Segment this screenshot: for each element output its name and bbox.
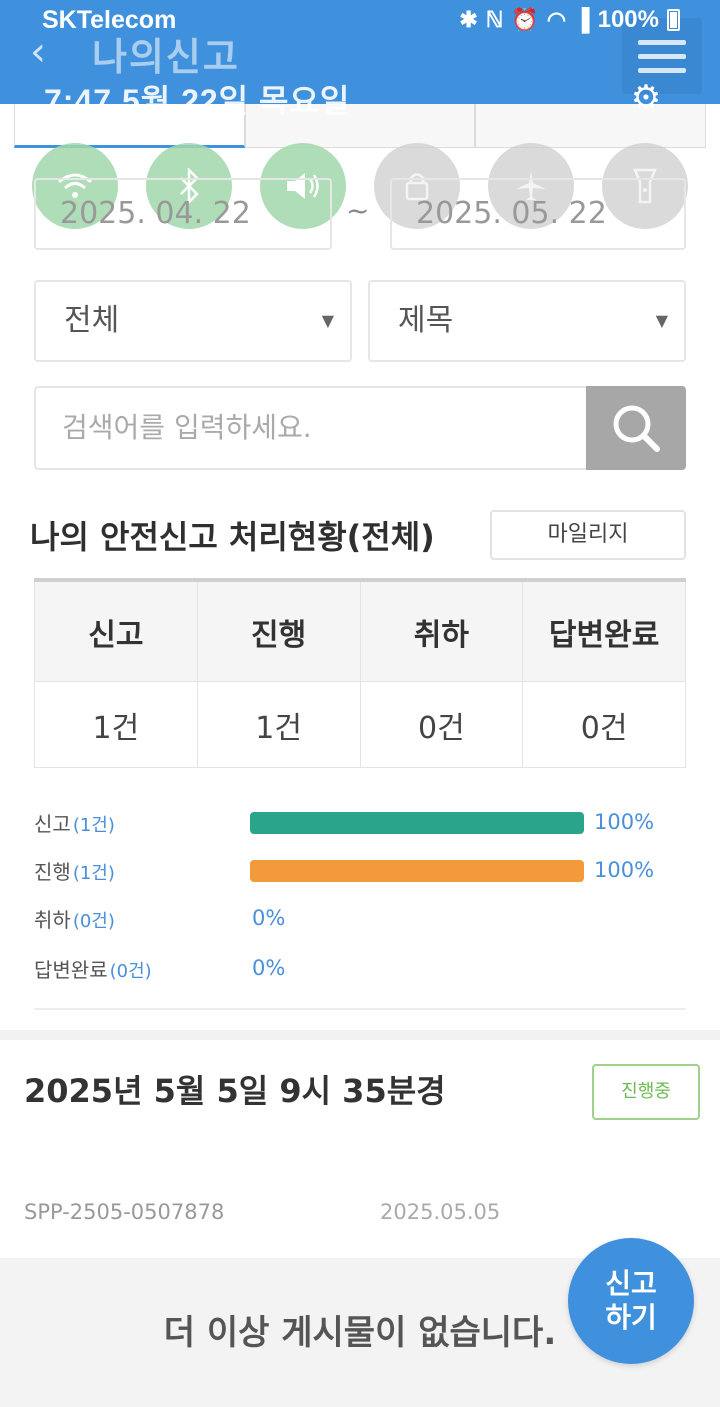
progress-row: 취하 (0건) 0%	[34, 902, 686, 934]
progress-count: (1건)	[72, 815, 115, 836]
report-number: SPP-2505-0507878	[24, 1200, 225, 1224]
status-icons: ✱ ℕ ⏰ ◠ ▐ 100%	[459, 6, 680, 34]
progress-row: 진행 (1건) 100%	[34, 854, 686, 886]
shade-clock: 7:47 5월 22일 목요일	[44, 83, 351, 119]
report-title-text: 2025년 5월 5일 9시 35분경	[24, 1072, 446, 1110]
category-select-value: 전체	[64, 303, 120, 338]
battery-percent: 100%	[597, 6, 659, 33]
progress-label: 진행 (1건)	[34, 856, 115, 885]
stats-value-row: 1건 1건 0건 0건	[34, 682, 686, 768]
progress-label: 답변완료 (0건)	[34, 954, 152, 983]
search-button[interactable]	[586, 386, 686, 470]
mileage-button[interactable]: 마일리지	[490, 510, 686, 560]
carrier-label: SKTelecom	[42, 6, 177, 34]
caret-down-icon: ▼	[321, 311, 334, 330]
status-badge: 진행중	[592, 1064, 700, 1120]
progress-row: 신고 (1건) 100%	[34, 806, 686, 838]
section-gap	[0, 1030, 720, 1040]
stats-value-cell: 1건	[197, 682, 361, 768]
bluetooth-icon: ✱	[459, 7, 478, 32]
redaction-mark	[456, 1073, 513, 1113]
stats-header-cell: 답변완료	[523, 582, 686, 682]
date-start-field[interactable]: 2025. 04. 22	[34, 178, 332, 250]
alarm-icon: ⏰	[511, 7, 539, 32]
report-date: 2025.05.05	[380, 1200, 501, 1224]
search-input[interactable]: 검색어를 입력하세요.	[34, 386, 586, 470]
stats-table: 신고 진행 취하 답변완료 1건 1건 0건 0건	[34, 578, 686, 768]
progress-percent: 100%	[594, 810, 655, 834]
stats-header-cell: 취하	[360, 582, 524, 682]
progress-bar	[250, 860, 584, 882]
progress-percent: 100%	[594, 858, 655, 882]
tab-3[interactable]	[475, 104, 707, 148]
signal-icon: ▐	[574, 7, 590, 32]
progress-category: 취하	[34, 908, 71, 932]
progress-chart: 신고 (1건) 100% 진행 (1건) 100% 취하 (0건) 0% 답변완료 (0…	[34, 806, 686, 996]
stats-value-cell: 0건	[523, 682, 686, 768]
search-field-select[interactable]: 제목 ▼	[368, 280, 686, 362]
stats-header-cell: 신고	[34, 582, 198, 682]
progress-percent: 0%	[252, 906, 286, 930]
progress-row: 답변완료 (0건) 0%	[34, 952, 686, 984]
search-field-select-value: 제목	[398, 303, 454, 338]
divider	[34, 1008, 686, 1010]
progress-count: (0건)	[72, 911, 115, 932]
category-select[interactable]: 전체 ▼	[34, 280, 352, 362]
settings-gear-icon[interactable]: ⚙	[628, 80, 664, 116]
status-bar: SKTelecom ✱ ℕ ⏰ ◠ ▐ 100%	[0, 0, 720, 40]
progress-bar	[250, 812, 584, 834]
nfc-icon: ℕ	[485, 7, 504, 32]
report-title: 2025년 5월 5일 9시 35분경	[24, 1066, 514, 1166]
stats-value-cell: 1건	[34, 682, 198, 768]
stats-value-cell: 0건	[360, 682, 524, 768]
progress-category: 답변완료	[34, 958, 108, 982]
section-title: 나의 안전신고 처리현황(전체)	[30, 518, 435, 556]
stats-header-row: 신고 진행 취하 답변완료	[34, 582, 686, 682]
progress-label: 신고 (1건)	[34, 808, 115, 837]
progress-count: (1건)	[72, 863, 115, 884]
wifi-icon: ◠	[546, 7, 567, 32]
fab-label-line1: 신고	[605, 1267, 657, 1300]
progress-percent: 0%	[252, 956, 286, 980]
date-end-field[interactable]: 2025. 05. 22	[390, 178, 686, 250]
battery-icon	[667, 9, 680, 31]
progress-category: 신고	[34, 812, 71, 836]
report-fab-button[interactable]: 신고 하기	[568, 1238, 694, 1364]
stats-header-cell: 진행	[197, 582, 361, 682]
search-icon	[613, 405, 660, 452]
date-separator: ~	[346, 194, 370, 227]
progress-category: 진행	[34, 860, 71, 884]
fab-label-line2: 하기	[605, 1301, 657, 1334]
redaction-mark	[24, 1131, 264, 1161]
caret-down-icon: ▼	[655, 311, 668, 330]
progress-label: 취하 (0건)	[34, 904, 115, 933]
progress-count: (0건)	[109, 961, 152, 982]
report-list-item[interactable]: 2025년 5월 5일 9시 35분경 진행중 SPP-2505-0507878…	[0, 1040, 720, 1252]
